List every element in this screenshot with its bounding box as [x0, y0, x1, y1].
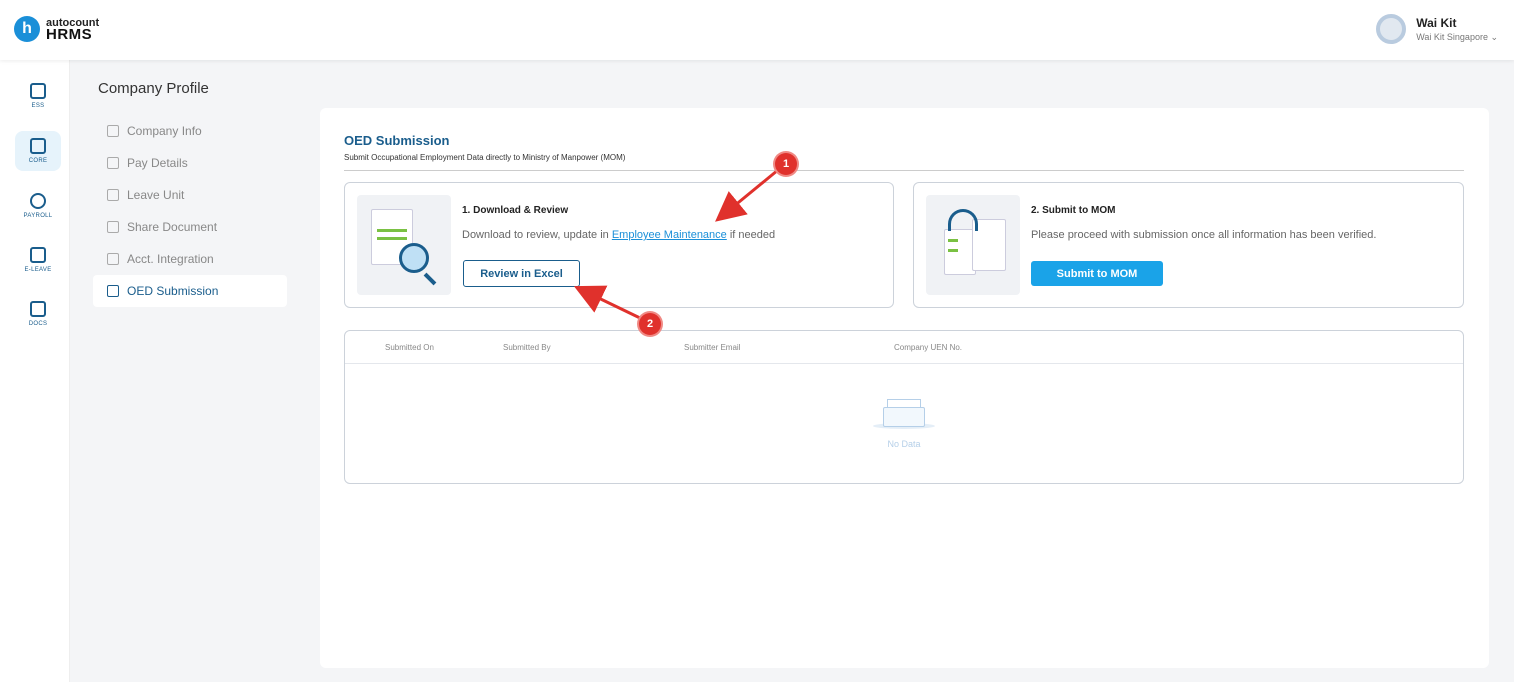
page-subtitle: Submit Occupational Employment Data dire… [344, 153, 626, 162]
building-icon [107, 125, 119, 137]
pay-icon [107, 157, 119, 169]
submission-icon [107, 285, 119, 297]
sidebar-item-acct-integration[interactable]: Acct. Integration [93, 243, 287, 275]
rail-label: DOCS [28, 321, 48, 327]
rail-item-docs[interactable]: DOCS [15, 294, 61, 334]
sidebar-item-company-info[interactable]: Company Info [93, 115, 287, 147]
card-description: Please proceed with submission once all … [1031, 229, 1377, 241]
sidebar-item-label: OED Submission [127, 284, 219, 298]
top-bar: h autocount HRMS Wai Kit Wai Kit Singapo… [0, 0, 1514, 60]
logo-mark: h [14, 16, 40, 42]
rail-item-core[interactable]: CORE [15, 131, 61, 171]
rail-label: PAYROLL [23, 213, 53, 219]
main-panel: OED Submission Submit Occupational Emplo… [320, 108, 1489, 668]
sidebar-item-oed-submission[interactable]: OED Submission [93, 275, 287, 307]
table-header: Submitted On Submitted By Submitter Emai… [345, 331, 1463, 364]
submission-table: Submitted On Submitted By Submitter Emai… [344, 330, 1464, 484]
sidebar-title: Company Profile [98, 80, 209, 97]
column-header[interactable]: Company UEN No. [894, 343, 962, 352]
review-in-excel-button[interactable]: Review in Excel [463, 260, 580, 287]
avatar [1376, 14, 1407, 44]
rail-item-payroll[interactable]: PAYROLL [15, 186, 61, 226]
sidebar-item-share-document[interactable]: Share Document [93, 211, 287, 243]
empty-inbox-icon [873, 397, 935, 429]
annotation-badge-2: 2 [639, 313, 661, 335]
sidebar-item-label: Pay Details [127, 156, 188, 170]
sidebar-item-label: Company Info [127, 124, 202, 138]
user-company-dropdown[interactable]: Wai Kit Singapore ⌄ [1416, 32, 1498, 43]
calendar-clock-icon [107, 189, 119, 201]
rail-item-ess[interactable]: ESS [15, 76, 61, 116]
share-document-icon [107, 221, 119, 233]
app-logo[interactable]: h autocount HRMS [14, 16, 99, 42]
sidebar-item-pay-details[interactable]: Pay Details [93, 147, 287, 179]
rail-label: ESS [31, 103, 45, 109]
documents-checklist-illustration [926, 195, 1020, 295]
sidebar-item-label: Share Document [127, 220, 218, 234]
module-rail: ESS CORE PAYROLL E-LEAVE DOCS [0, 60, 70, 682]
logo-bottom-text: HRMS [46, 26, 93, 43]
spreadsheet-search-illustration [357, 195, 451, 295]
card-description: Download to review, update in Employee M… [462, 229, 776, 241]
card-title: 2. Submit to MOM [1031, 205, 1116, 216]
rail-label: E-LEAVE [24, 267, 52, 273]
rail-label: CORE [28, 158, 48, 164]
column-header[interactable]: Submitter Email [684, 343, 740, 352]
page-title: OED Submission [344, 133, 450, 148]
download-review-card: 1. Download & Review Download to review,… [344, 182, 894, 308]
column-header[interactable]: Submitted On [385, 343, 434, 352]
divider [344, 170, 1464, 171]
document-chart-icon [30, 301, 46, 317]
cube-icon [30, 138, 46, 154]
user-name: Wai Kit [1416, 15, 1457, 30]
empty-state-text: No Data [887, 439, 921, 449]
settings-menu: Company Info Pay Details Leave Unit Shar… [93, 115, 287, 307]
magnifier-icon [399, 243, 429, 273]
refresh-arrow-icon [948, 209, 978, 231]
sidebar-item-label: Acct. Integration [127, 252, 214, 266]
column-header[interactable]: Submitted By [503, 343, 551, 352]
annotation-badge-1: 1 [775, 153, 797, 175]
submit-to-mom-button[interactable]: Submit to MOM [1031, 261, 1163, 286]
dollar-icon [30, 193, 46, 209]
calendar-grid-icon [30, 247, 46, 263]
integration-icon [107, 253, 119, 265]
submit-mom-card: 2. Submit to MOM Please proceed with sub… [913, 182, 1464, 308]
card-title: 1. Download & Review [462, 205, 569, 216]
user-menu[interactable]: Wai Kit Wai Kit Singapore ⌄ [1376, 14, 1498, 44]
sidebar-item-leave-unit[interactable]: Leave Unit [93, 179, 287, 211]
employee-maintenance-link[interactable]: Employee Maintenance [612, 229, 727, 241]
sidebar-item-label: Leave Unit [127, 188, 185, 202]
rail-item-e-leave[interactable]: E-LEAVE [15, 240, 61, 280]
calendar-user-icon [30, 83, 46, 99]
